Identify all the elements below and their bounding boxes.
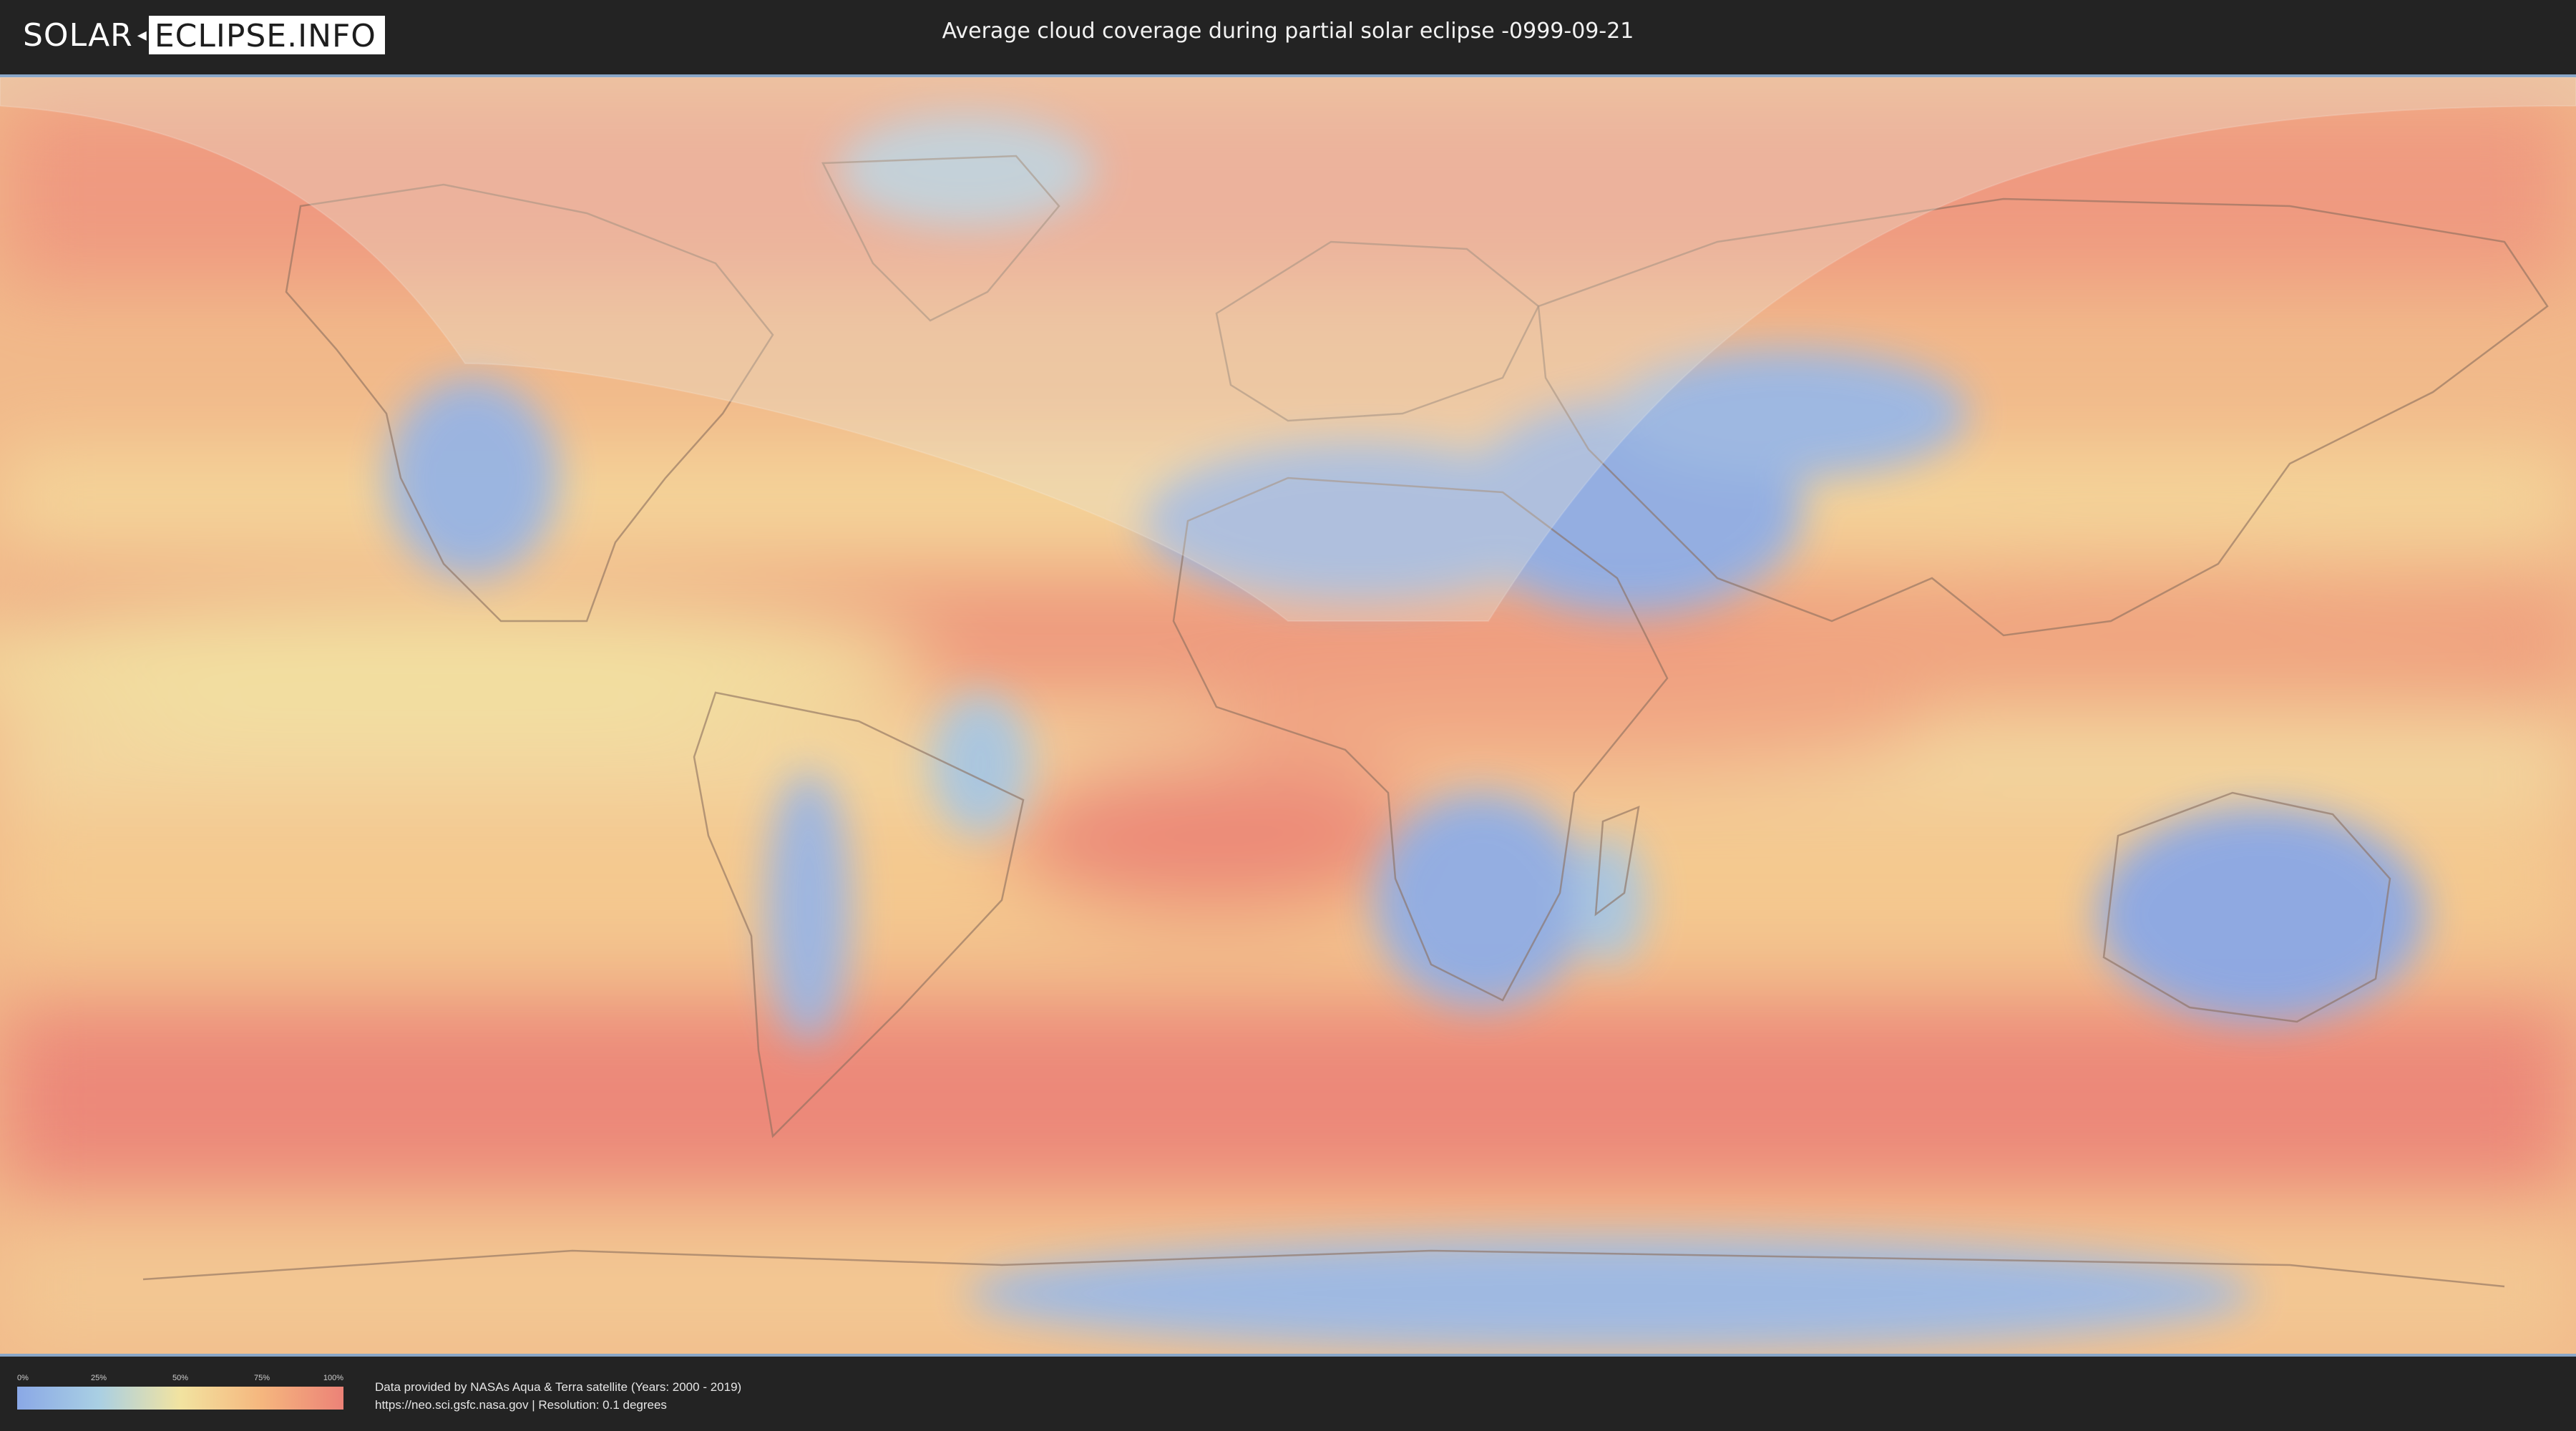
legend-tick-0: 0% (17, 1374, 29, 1382)
data-credits: Data provided by NASAs Aqua & Terra sate… (375, 1378, 741, 1414)
legend-tick-50: 50% (172, 1374, 189, 1382)
credits-url-resolution[interactable]: https://neo.sci.gsfc.nasa.gov | Resoluti… (375, 1396, 741, 1414)
legend-tick-75: 75% (253, 1374, 270, 1382)
legend-tick-25: 25% (90, 1374, 107, 1382)
cloud-coverage-map[interactable] (0, 74, 2576, 1357)
page-title: Average cloud coverage during partial so… (942, 19, 1634, 44)
cloud-coverage-legend: 0% 25% 50% 75% 100% (17, 1374, 343, 1410)
header-bar: SOLAR ◂ ECLIPSE.INFO Average cloud cover… (0, 0, 2576, 72)
footer-bar: 0% 25% 50% 75% 100% Data provided by NAS… (0, 1357, 2576, 1431)
world-map-svg (0, 77, 2576, 1354)
legend-ticks: 0% 25% 50% 75% 100% (17, 1374, 343, 1384)
legend-tick-100: 100% (323, 1374, 343, 1382)
credits-source: Data provided by NASAs Aqua & Terra sate… (375, 1380, 742, 1394)
legend-color-scale (17, 1387, 343, 1410)
